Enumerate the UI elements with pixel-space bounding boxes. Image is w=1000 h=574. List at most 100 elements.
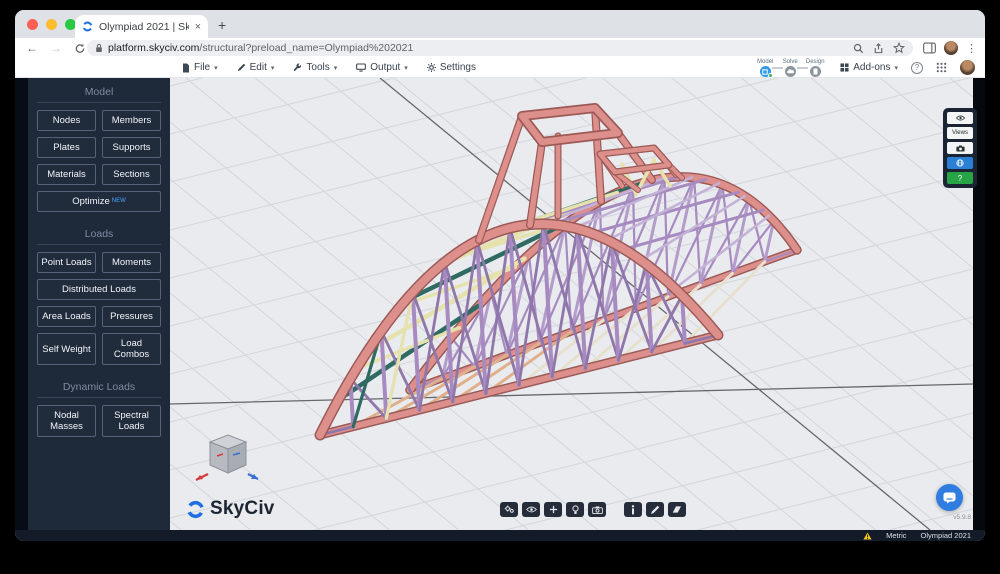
renderer-button[interactable] [947,157,973,169]
tab-strip: Olympiad 2021 | SkyCiv × + [15,10,985,38]
monitor-icon [356,63,366,72]
info-tool-button[interactable] [624,502,642,517]
gears-icon [504,505,515,514]
camera-icon [592,506,603,514]
self-weight-button[interactable]: Self Weight [37,333,96,365]
visibility-toggle-button[interactable] [522,502,540,517]
status-bar: Metric Olympiad 2021 [15,530,985,541]
erase-tool-button[interactable] [668,502,686,517]
model-3d-view[interactable] [170,78,973,530]
nodes-button[interactable]: Nodes [37,110,96,131]
forward-icon[interactable]: → [49,41,63,55]
chat-button[interactable] [936,484,963,511]
menu-edit[interactable]: Edit▾ [237,62,275,73]
close-window-button[interactable] [27,19,38,30]
members-button[interactable]: Members [102,110,161,131]
address-bar[interactable]: platform.skyciv.com/structural?preload_n… [87,40,913,56]
addons-menu[interactable]: Add-ons▾ [840,62,898,73]
point-loads-button[interactable]: Point Loads [37,252,96,273]
plus-icon [549,505,558,514]
reload-icon[interactable] [73,43,87,54]
tab-close-icon[interactable]: × [195,21,201,33]
wrench-icon [293,63,302,72]
pencil-icon [650,505,660,515]
new-badge: NEW [112,196,126,207]
plates-button[interactable]: Plates [37,137,96,158]
draw-tool-button[interactable] [646,502,664,517]
browser-profile-avatar[interactable] [944,41,958,55]
step-design[interactable]: Design [803,58,827,77]
optimize-button[interactable]: Optimize NEW [37,191,161,212]
project-name[interactable]: Olympiad 2021 [921,531,971,540]
menu-output[interactable]: Output▾ [356,62,408,73]
sidebar: Model Nodes Members Plates Supports Mate… [15,78,170,530]
lock-icon [95,43,103,53]
skyciv-logo-text: SkyCiv [210,498,275,520]
render-quality-button[interactable] [566,502,584,517]
load-combos-button[interactable]: Load Combos [102,333,161,365]
gear-icon [427,63,436,72]
add-element-button[interactable] [544,502,562,517]
viewport: Views ? [170,78,985,530]
menu-file[interactable]: File▾ [182,62,218,73]
bookmark-star-icon[interactable] [893,42,905,54]
sidebar-panel: Model Nodes Members Plates Supports Mate… [28,78,170,530]
menu-tools[interactable]: Tools▾ [293,62,337,73]
window-controls [27,19,76,30]
distributed-loads-button[interactable]: Distributed Loads [37,279,161,300]
url-row: ← → platform.skyciv.com/structural?prelo… [15,38,985,58]
skyciv-logo: SkyCiv [186,498,275,520]
back-icon[interactable]: ← [25,41,39,55]
chat-icon [943,492,956,504]
globe-icon [956,159,964,167]
design-doc-icon [813,68,818,75]
units-setting[interactable]: Metric [886,531,906,540]
pressures-button[interactable]: Pressures [102,306,161,327]
materials-button[interactable]: Materials [37,164,96,185]
solve-cloud-icon [787,69,794,74]
menu-settings[interactable]: Settings [427,62,476,73]
eye-icon [526,506,537,513]
area-loads-button[interactable]: Area Loads [37,306,96,327]
zoom-page-icon[interactable] [853,43,864,54]
skyciv-favicon [82,21,93,32]
visibility-button[interactable] [947,112,973,124]
spectral-loads-button[interactable]: Spectral Loads [102,405,161,437]
views-button[interactable]: Views [947,127,973,139]
sidepanel-icon[interactable] [923,42,936,54]
snapshot-button[interactable] [588,502,606,517]
help-button[interactable]: ? [911,62,923,74]
bottom-toolbar [500,502,686,517]
info-icon [631,505,635,515]
share-icon[interactable] [873,43,884,54]
lightbulb-icon [572,505,579,515]
app-menubar: File▾ Edit▾ Tools▾ Output▾ Settings Mode… [15,58,985,78]
file-icon [182,63,190,73]
section-title-dynamic-loads: Dynamic Loads [37,381,161,398]
screenshot-tool-button[interactable] [947,142,973,154]
navigation-cube[interactable] [192,430,262,492]
workflow-stepper: Model Solve Design [753,58,827,77]
browser-window: Olympiad 2021 | SkyCiv × + ← → platform.… [15,10,985,541]
view-tools-panel: Views ? [943,108,977,188]
browser-tab[interactable]: Olympiad 2021 | SkyCiv × [75,15,208,38]
supports-button[interactable]: Supports [102,137,161,158]
sections-button[interactable]: Sections [102,164,161,185]
section-title-loads: Loads [37,228,161,245]
section-title-model: Model [37,86,161,103]
url-text: platform.skyciv.com/structural?preload_n… [108,42,413,54]
nodal-masses-button[interactable]: Nodal Masses [37,405,96,437]
new-tab-button[interactable]: + [218,17,226,33]
addons-grid-icon [840,63,849,72]
eye-icon [956,115,965,121]
display-settings-button[interactable] [500,502,518,517]
camera-icon [956,145,965,152]
viewer-help-button[interactable]: ? [947,172,973,184]
user-avatar[interactable] [960,60,975,75]
browser-menu-icon[interactable]: ⋮ [966,42,977,55]
pencil-icon [237,63,246,72]
minimize-window-button[interactable] [46,19,57,30]
app-version: v5.9.8 [953,514,971,521]
moments-button[interactable]: Moments [102,252,161,273]
apps-grid-icon[interactable] [936,62,947,73]
